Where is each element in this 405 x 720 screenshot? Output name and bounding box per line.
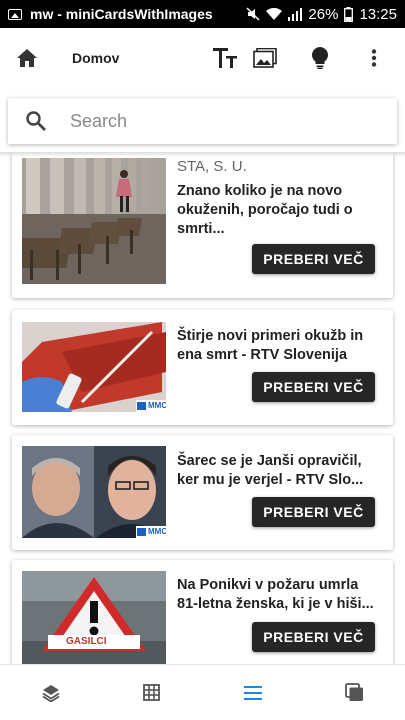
list-icon: [244, 685, 263, 700]
firefighters-sign-image: [22, 571, 166, 664]
nav-layers[interactable]: [0, 665, 101, 720]
battery-icon: [344, 6, 354, 22]
bottom-navigation: [0, 664, 405, 720]
status-right: 26% 13:25: [246, 6, 397, 23]
article-headline: Na Ponikvi v požaru umrla 81-letna žensk…: [177, 577, 374, 612]
layers-icon: [42, 684, 60, 702]
article-thumbnail: GASILCI: [22, 571, 166, 664]
article-list[interactable]: STA, S. U. Znano koliko je na novo okuže…: [0, 152, 405, 664]
search-bar: [8, 98, 397, 144]
article-text: Šarec se je Janši opravičil, ker mu je v…: [177, 452, 383, 490]
nav-list[interactable]: [203, 665, 304, 720]
page-title: Domov: [72, 50, 120, 66]
covid-test-image: [22, 322, 166, 412]
article-headline: Znano koliko je na novo okuženih, poroča…: [177, 183, 353, 237]
mmc-watermark: MMC: [148, 401, 166, 410]
text-size-button[interactable]: [205, 28, 245, 88]
read-more-button[interactable]: PREBERI VEČ: [252, 244, 375, 274]
battery-percent: 26%: [308, 5, 339, 23]
signal-icon: [288, 7, 303, 21]
status-left: mw - miniCardsWithImages: [8, 6, 213, 22]
article-thumbnail: MMC: [22, 322, 166, 412]
article-card[interactable]: MMC Šarec se je Janši opravičil, ker mu …: [12, 435, 393, 550]
more-vert-icon: [371, 49, 377, 67]
home-button[interactable]: [7, 28, 47, 88]
overflow-menu-button[interactable]: [354, 28, 394, 88]
cards-icon: [344, 683, 363, 701]
cafe-terrace-image: [22, 158, 166, 284]
article-card[interactable]: GASILCI Na Ponikvi v požaru umrla 81-let…: [12, 560, 393, 664]
gallery-notification-icon: [8, 8, 22, 20]
article-text: Štirje novi primeri okužb in ena smrt - …: [177, 327, 383, 365]
article-headline: Šarec se je Janši opravičil, ker mu je v…: [177, 453, 364, 488]
grid-icon: [143, 684, 161, 701]
wifi-icon: [266, 7, 283, 20]
article-card[interactable]: MMC Štirje novi primeri okužb in ena smr…: [12, 310, 393, 425]
read-more-button[interactable]: PREBERI VEČ: [252, 497, 375, 527]
mute-icon: [246, 7, 260, 21]
search-input[interactable]: [70, 110, 370, 132]
home-icon: [17, 49, 37, 67]
mmc-watermark: MMC: [148, 527, 166, 536]
app-bar: Domov: [0, 28, 405, 88]
read-more-button[interactable]: PREBERI VEČ: [252, 622, 375, 652]
search-button[interactable]: [8, 111, 64, 131]
status-time: 13:25: [359, 5, 397, 23]
article-thumbnail: [22, 158, 166, 284]
search-icon: [26, 111, 46, 131]
nav-cards[interactable]: [304, 665, 405, 720]
article-text: Na Ponikvi v požaru umrla 81-letna žensk…: [177, 576, 383, 614]
article-text: STA, S. U. Znano koliko je na novo okuže…: [177, 158, 383, 239]
article-card[interactable]: STA, S. U. Znano koliko je na novo okuže…: [12, 152, 393, 298]
status-app-label: mw - miniCardsWithImages: [30, 6, 213, 22]
nav-grid[interactable]: [101, 665, 202, 720]
politicians-image: [22, 446, 166, 538]
article-thumbnail: MMC: [22, 446, 166, 538]
article-source: STA, S. U.: [177, 158, 247, 175]
text-size-icon: [213, 48, 237, 68]
article-headline: Štirje novi primeri okužb in ena smrt - …: [177, 328, 364, 363]
lightbulb-button[interactable]: [300, 28, 340, 88]
image-icon: [253, 48, 277, 68]
status-bar: mw - miniCardsWithImages 26% 13:25: [0, 0, 405, 28]
image-toggle-button[interactable]: [245, 28, 285, 88]
lightbulb-icon: [312, 47, 328, 69]
sign-text: GASILCI: [66, 636, 107, 647]
read-more-button[interactable]: PREBERI VEČ: [252, 372, 375, 402]
